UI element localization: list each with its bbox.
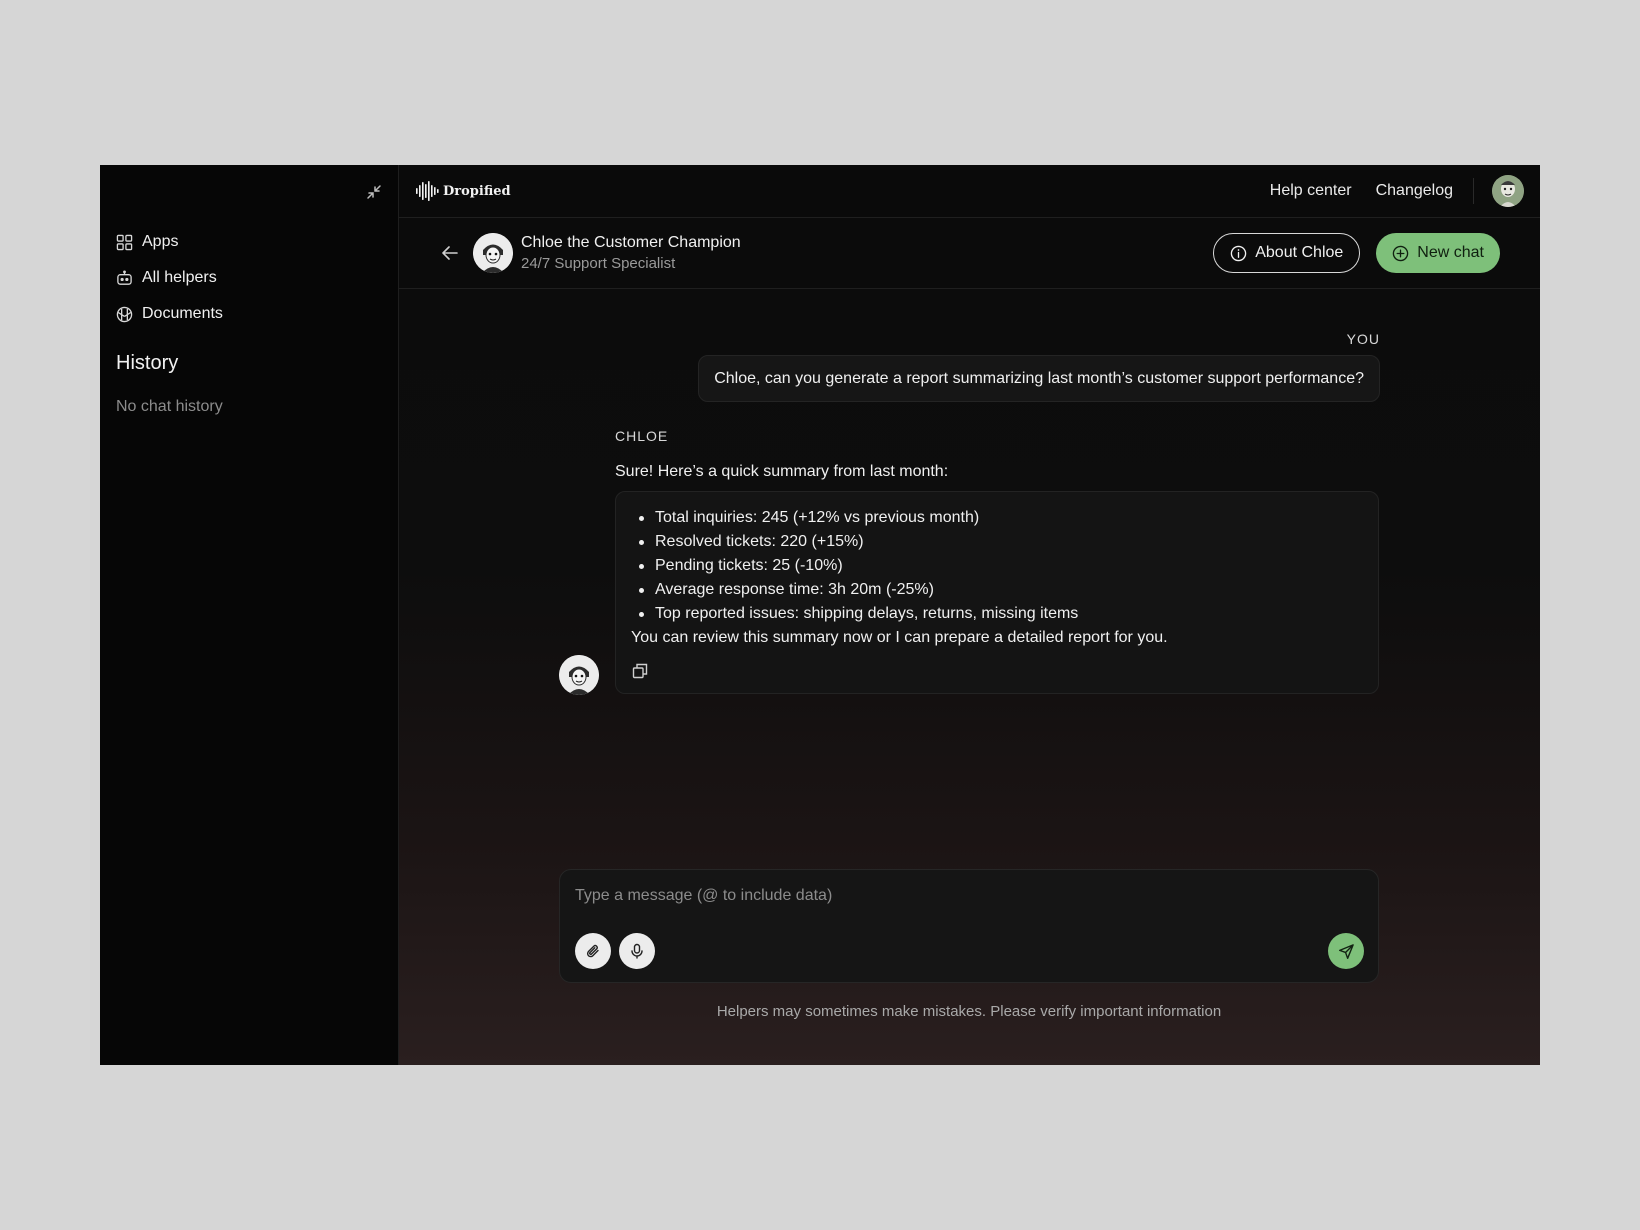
list-item: Average response time: 3h 20m (-25%) <box>639 578 1363 602</box>
paperclip-icon <box>586 944 599 958</box>
bot-face-icon <box>559 655 599 695</box>
send-icon <box>1338 943 1354 959</box>
divider <box>1473 178 1474 204</box>
plus-circle-icon <box>1393 245 1409 261</box>
logo[interactable]: Dropified <box>415 180 511 202</box>
user-sender-label: YOU <box>1346 331 1380 347</box>
bot-face-icon <box>473 233 513 273</box>
microphone-icon <box>631 943 643 959</box>
new-chat-label: New chat <box>1417 244 1484 261</box>
app-window: Apps All helpers Documents History No ch… <box>100 165 1540 1065</box>
bot-avatar <box>473 233 513 273</box>
list-item: Resolved tickets: 220 (+15%) <box>639 530 1363 554</box>
sidebar-item-label: All helpers <box>142 269 217 286</box>
summary-list: Total inquiries: 245 (+12% vs previous m… <box>631 506 1363 626</box>
copy-icon[interactable] <box>631 662 649 680</box>
grid-icon <box>116 234 133 250</box>
changelog-link[interactable]: Changelog <box>1376 182 1453 200</box>
back-arrow-icon[interactable] <box>439 242 461 264</box>
message-input[interactable] <box>575 884 1355 908</box>
sidebar-item-label: Apps <box>142 233 179 250</box>
main-panel: Dropified Help center Changelog Chloe th… <box>399 165 1540 1065</box>
bot-name: Chloe the Customer Champion <box>521 234 741 251</box>
new-chat-button[interactable]: New chat <box>1376 233 1500 273</box>
user-face-icon <box>1492 175 1524 207</box>
logo-text: Dropified <box>443 183 511 199</box>
soundwave-logo-icon <box>416 181 439 201</box>
message-composer <box>559 869 1379 983</box>
bot-role: 24/7 Support Specialist <box>521 255 676 272</box>
list-item: Total inquiries: 245 (+12% vs previous m… <box>639 506 1363 530</box>
bot-message-card: Total inquiries: 245 (+12% vs previous m… <box>615 491 1379 694</box>
history-empty-text: No chat history <box>116 398 223 415</box>
list-item: Pending tickets: 25 (-10%) <box>639 554 1363 578</box>
user-message-text: Chloe, can you generate a report summari… <box>714 369 1364 387</box>
bot-message-avatar <box>559 655 599 695</box>
header-actions: About Chloe New chat <box>1213 233 1500 273</box>
info-icon <box>1230 245 1247 261</box>
attach-button[interactable] <box>575 933 611 969</box>
sidebar-item-documents[interactable]: Documents <box>116 296 223 332</box>
top-bar: Dropified Help center Changelog <box>399 165 1540 218</box>
send-button[interactable] <box>1328 933 1364 969</box>
globe-doc-icon <box>116 306 133 322</box>
bot-footer-text: You can review this summary now or I can… <box>631 629 1168 646</box>
bot-info: Chloe the Customer Champion 24/7 Support… <box>521 234 741 272</box>
list-item: Top reported issues: shipping delays, re… <box>639 602 1363 626</box>
user-message-bubble: Chloe, can you generate a report summari… <box>698 355 1380 402</box>
help-center-link[interactable]: Help center <box>1270 182 1352 200</box>
microphone-button[interactable] <box>619 933 655 969</box>
top-links: Help center Changelog <box>1246 175 1524 207</box>
sidebar-item-label: Documents <box>142 305 223 322</box>
sidebar-nav: Apps All helpers Documents <box>116 224 223 332</box>
chat-header: Chloe the Customer Champion 24/7 Support… <box>399 218 1540 289</box>
bot-sender-label: CHLOE <box>615 428 669 444</box>
sidebar-item-apps[interactable]: Apps <box>116 224 223 260</box>
history-heading: History <box>116 352 179 374</box>
disclaimer-text: Helpers may sometimes make mistakes. Ple… <box>716 1003 1222 1020</box>
sidebar: Apps All helpers Documents History No ch… <box>100 165 399 1065</box>
bot-intro-text: Sure! Here’s a quick summary from last m… <box>615 463 949 480</box>
collapse-sidebar-icon[interactable] <box>364 182 384 202</box>
robot-icon <box>117 269 132 285</box>
sidebar-item-all-helpers[interactable]: All helpers <box>116 260 223 296</box>
user-avatar[interactable] <box>1492 175 1524 207</box>
about-chloe-button[interactable]: About Chloe <box>1213 233 1361 273</box>
about-chloe-label: About Chloe <box>1255 244 1344 261</box>
